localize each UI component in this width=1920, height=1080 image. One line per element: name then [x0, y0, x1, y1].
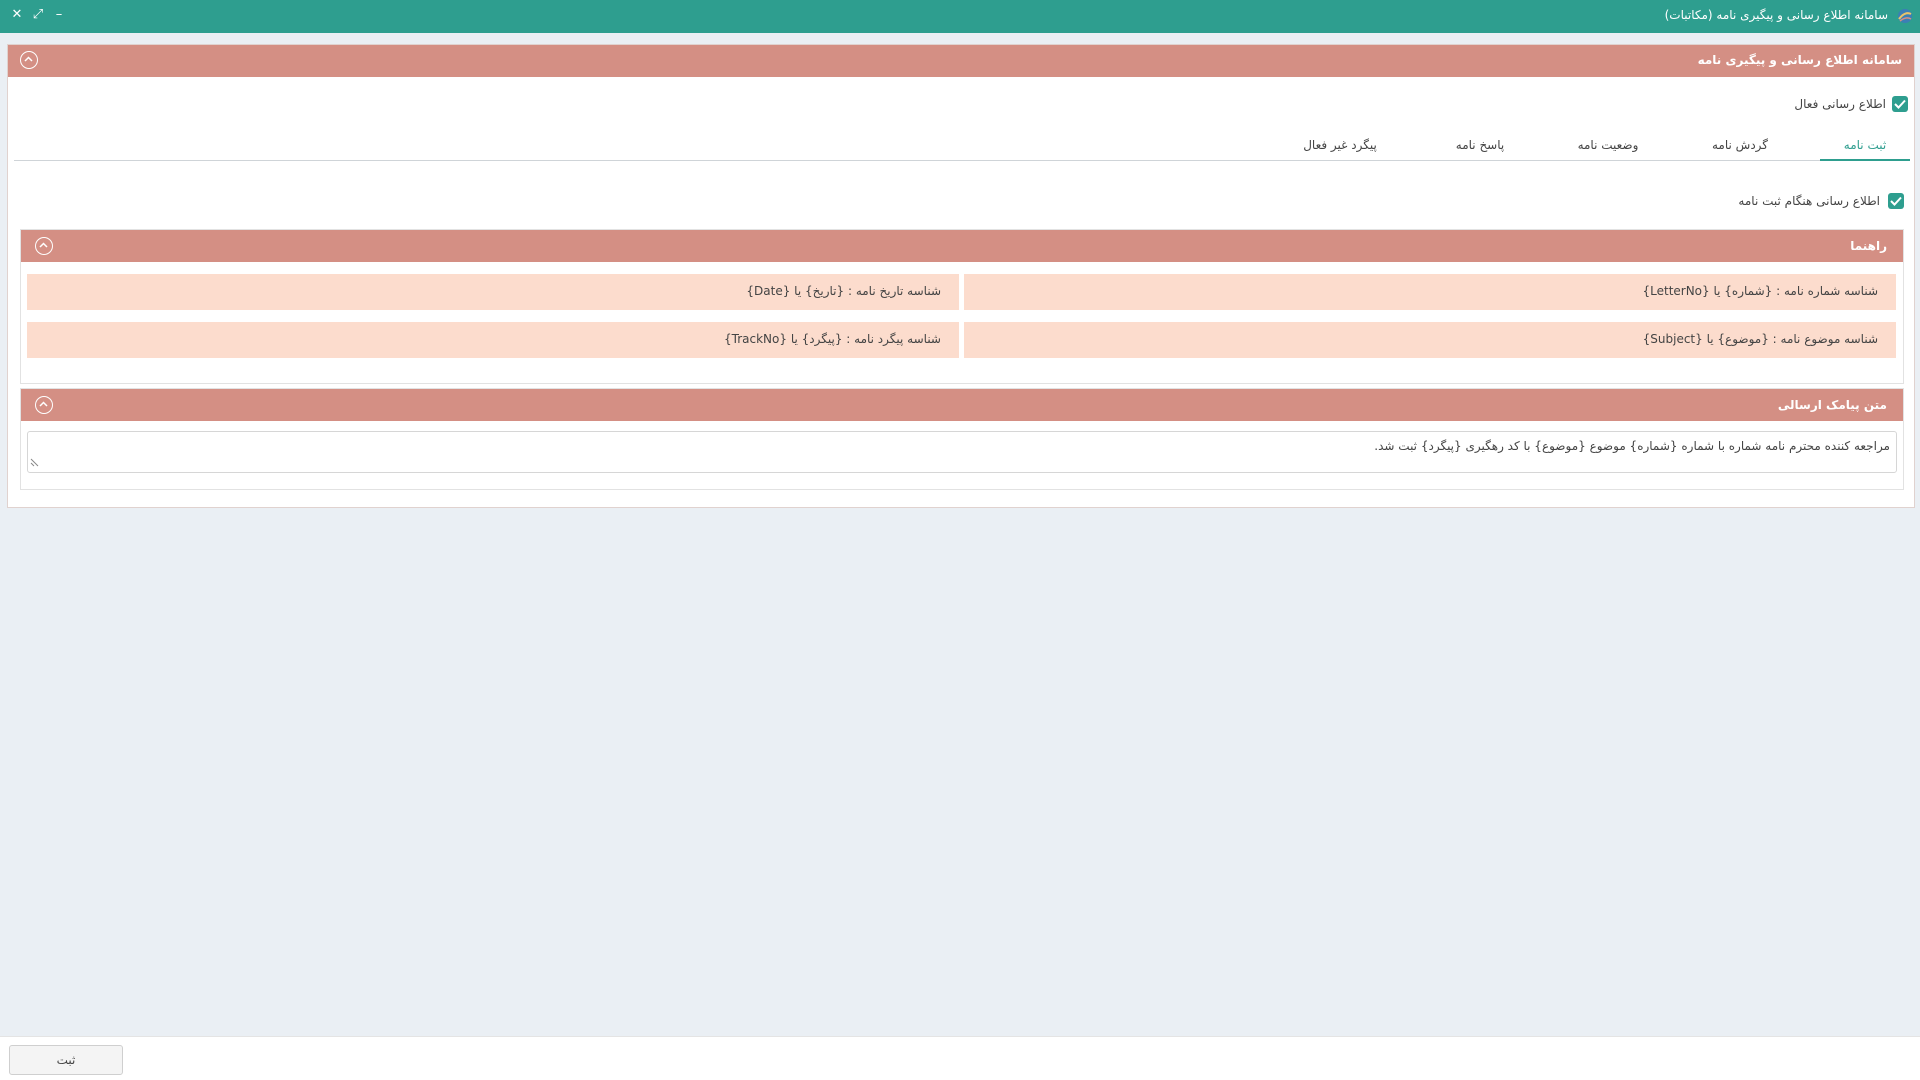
minimize-icon[interactable]: – [50, 6, 68, 24]
save-button[interactable]: ثبت [9, 1045, 123, 1075]
tab-bar: ثبت نامه گردش نامه وضعیت نامه پاسخ نامه … [14, 133, 1910, 161]
main-panel-header: سامانه اطلاع رسانی و پیگیری نامه [8, 45, 1914, 77]
main-panel: سامانه اطلاع رسانی و پیگیری نامه اطلاع ر… [7, 44, 1915, 508]
window-titlebar: سامانه اطلاع رسانی و پیگیری نامه (مکاتبا… [0, 0, 1920, 33]
sms-section-title: متن پیامک ارسالی [1777, 398, 1887, 412]
sms-text-section: متن پیامک ارسالی مراجعه کننده محترم نامه… [20, 388, 1904, 490]
guide-item-letter-no: شناسه شماره نامه : {شماره} یا {LetterNo} [964, 274, 1896, 310]
notify-on-register-checkbox[interactable] [1888, 193, 1904, 209]
guide-item-subject: شناسه موضوع نامه : {موضوع} یا {Subject} [964, 322, 1896, 358]
sms-section-header: متن پیامک ارسالی [21, 389, 1903, 421]
main-panel-title: سامانه اطلاع رسانی و پیگیری نامه [1697, 53, 1902, 67]
tab-register-letter[interactable]: ثبت نامه [1820, 133, 1910, 161]
guide-section-header: راهنما [21, 230, 1903, 262]
window-title: سامانه اطلاع رسانی و پیگیری نامه (مکاتبا… [1664, 8, 1888, 22]
close-icon[interactable]: ✕ [8, 6, 26, 24]
tab-inactive-tracking[interactable]: پیگرد غیر فعال [1290, 133, 1390, 161]
sms-text-area[interactable]: مراجعه کننده محترم نامه شماره با شماره {… [27, 431, 1897, 473]
collapse-main-panel-icon[interactable] [20, 51, 38, 69]
guide-section: راهنما شناسه شماره نامه : {شماره} یا {Le… [20, 229, 1904, 384]
tab-letter-status[interactable]: وضعیت نامه [1568, 133, 1648, 161]
sms-text-value: مراجعه کننده محترم نامه شماره با شماره {… [1374, 439, 1890, 453]
notify-on-register-row: اطلاع رسانی هنگام ثبت نامه [1684, 192, 1904, 210]
collapse-sms-icon[interactable] [35, 396, 53, 414]
guide-item-text: شناسه پیگرد نامه : {پیگرد} یا {TrackNo} [724, 332, 941, 346]
resize-handle-icon[interactable] [30, 456, 39, 470]
active-notification-row: اطلاع رسانی فعال [1708, 95, 1908, 113]
active-notification-label: اطلاع رسانی فعال [1794, 97, 1886, 111]
footer-bar: ثبت [0, 1036, 1920, 1080]
guide-item-text: شناسه شماره نامه : {شماره} یا {LetterNo} [1642, 284, 1878, 298]
active-notification-checkbox[interactable] [1892, 96, 1908, 112]
guide-item-text: شناسه تاریخ نامه : {تاریخ} یا {Date} [746, 284, 941, 298]
app-logo-icon [1896, 7, 1914, 25]
guide-item-text: شناسه موضوع نامه : {موضوع} یا {Subject} [1642, 332, 1878, 346]
tab-letter-circulation[interactable]: گردش نامه [1700, 133, 1780, 161]
collapse-guide-icon[interactable] [35, 237, 53, 255]
maximize-icon[interactable]: ⤢ [29, 6, 47, 24]
guide-item-track-no: شناسه پیگرد نامه : {پیگرد} یا {TrackNo} [27, 322, 959, 358]
notify-on-register-label: اطلاع رسانی هنگام ثبت نامه [1738, 194, 1880, 208]
guide-item-date: شناسه تاریخ نامه : {تاریخ} یا {Date} [27, 274, 959, 310]
guide-section-title: راهنما [1850, 239, 1887, 253]
tab-letter-reply[interactable]: پاسخ نامه [1440, 133, 1520, 161]
